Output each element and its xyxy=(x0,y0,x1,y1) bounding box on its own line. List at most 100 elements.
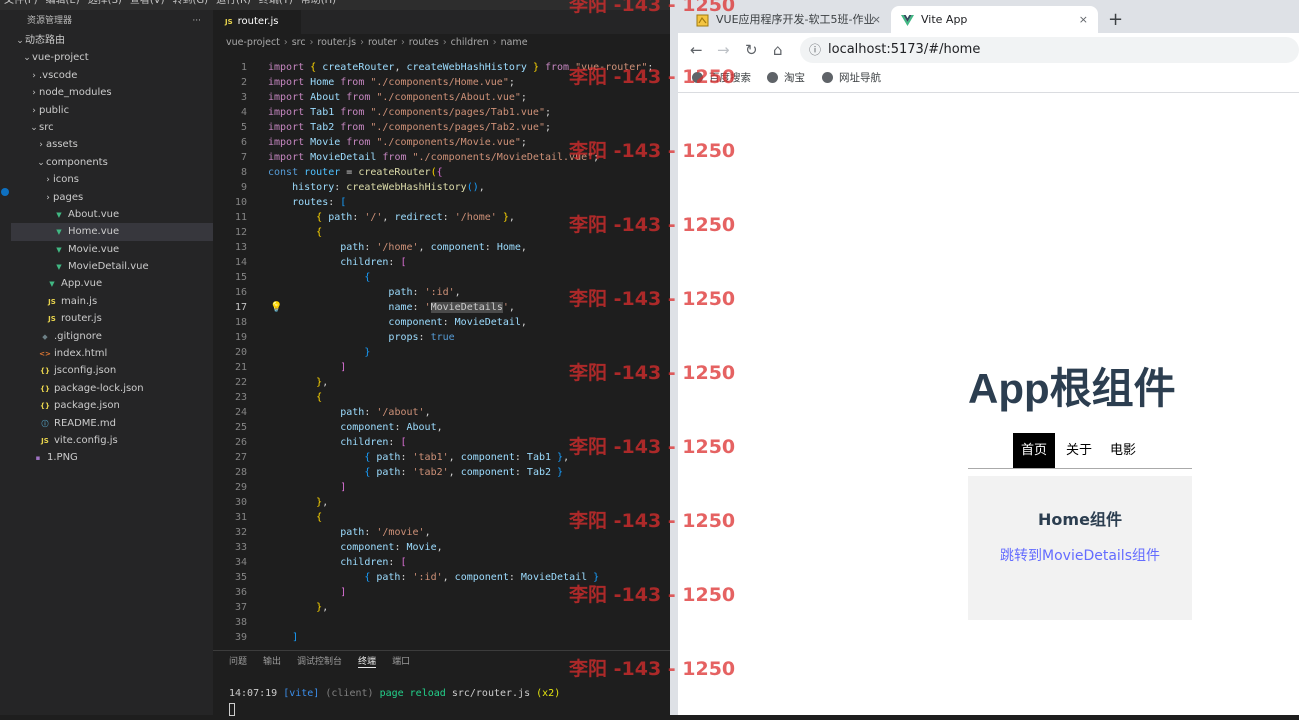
tree-item[interactable]: ◆ .gitignore xyxy=(11,328,213,345)
line-number: 35 xyxy=(234,572,247,583)
tree-item[interactable]: ▪ 1.PNG xyxy=(11,449,213,466)
tree-item[interactable]: › node_modules xyxy=(11,84,213,101)
code-token: ] xyxy=(340,587,347,598)
tree-item[interactable]: ▼ Movie.vue xyxy=(11,241,213,258)
tree-item[interactable]: JS vite.config.js xyxy=(11,432,213,449)
code-token: children xyxy=(340,557,389,568)
tree-item[interactable]: {} package-lock.json xyxy=(11,380,213,397)
menu-item[interactable]: 转到(G) xyxy=(169,0,213,6)
tree-item[interactable]: ▼ Home.vue xyxy=(11,223,213,241)
code-token: } xyxy=(551,467,564,478)
bookmark-nav[interactable]: 网址导航 xyxy=(822,67,881,89)
tree-item[interactable]: ⌄动态路由 xyxy=(11,32,213,49)
menu-item[interactable]: 终端(T) xyxy=(255,0,297,6)
tree-item[interactable]: {} package.json xyxy=(11,397,213,414)
reload-icon[interactable]: ↻ xyxy=(745,39,758,61)
tree-item[interactable]: JS router.js xyxy=(11,310,213,327)
code-token: : xyxy=(400,467,413,478)
watermark-text: 李阳 -143 - 1250 xyxy=(569,66,736,88)
terminal-cursor xyxy=(229,703,235,716)
new-tab-button[interactable]: + xyxy=(1108,6,1123,34)
tree-item[interactable]: ⌄vue-project xyxy=(11,49,213,66)
chevron-down-icon: ⌄ xyxy=(16,36,24,46)
menu-item[interactable]: 运行(R) xyxy=(212,0,255,6)
panel-tab[interactable]: 问题 xyxy=(229,657,247,667)
tree-item-label: index.html xyxy=(54,348,108,360)
panel-tab[interactable]: 输出 xyxy=(263,657,281,667)
breadcrumb: vue-project › src › router.js › router › routes ›… xyxy=(213,34,670,52)
line-number: 9 xyxy=(240,182,247,193)
address-bar[interactable]: ⓘ localhost:5173/#/home xyxy=(800,37,1299,63)
breadcrumb-item[interactable]: src xyxy=(292,37,306,48)
back-icon[interactable]: ← xyxy=(690,39,703,61)
close-tab-icon[interactable]: × xyxy=(872,6,881,34)
forward-icon[interactable]: → xyxy=(717,39,730,61)
breadcrumb-item[interactable]: routes xyxy=(409,37,439,48)
code-token: import xyxy=(268,107,311,118)
site-info-icon[interactable]: ⓘ xyxy=(809,37,821,63)
tree-item[interactable]: ▼ MovieDetail.vue xyxy=(11,258,213,275)
home-title: Home组件 xyxy=(1038,510,1122,529)
tree-item[interactable]: {} jsconfig.json xyxy=(11,362,213,379)
tree-item-label: router.js xyxy=(61,313,102,325)
lightbulb-icon[interactable]: 💡 xyxy=(270,300,282,315)
line-number: 19 xyxy=(234,332,247,343)
tree-item[interactable]: ▼ App.vue xyxy=(11,275,213,292)
code-token: : xyxy=(508,572,521,583)
tree-item[interactable]: › icons xyxy=(11,171,213,188)
bookmark-taobao[interactable]: 淘宝 xyxy=(767,67,805,89)
code-token: from xyxy=(334,77,371,88)
movie-details-link[interactable]: 跳转到MovieDetails组件 xyxy=(968,545,1192,565)
home-icon[interactable]: ⌂ xyxy=(773,39,783,61)
nav-movie-link[interactable]: 电影 xyxy=(1102,433,1144,468)
git-file-icon: ◆ xyxy=(42,332,48,341)
breadcrumb-item[interactable]: children xyxy=(451,37,489,48)
more-actions-icon[interactable]: ··· xyxy=(192,10,201,32)
tree-item[interactable]: › assets xyxy=(11,136,213,153)
terminal-output[interactable]: 14:07:19 [vite] (client) page reload src… xyxy=(213,687,670,701)
tree-item[interactable]: › pages xyxy=(11,189,213,206)
menu-item[interactable]: 编辑(E) xyxy=(42,0,84,6)
code-token: 'tab2' xyxy=(412,467,449,478)
source-control-badge-icon[interactable] xyxy=(1,188,9,196)
code-token: ':id' xyxy=(412,572,443,583)
menu-item[interactable]: 帮助(H) xyxy=(297,0,340,6)
tab-router-js[interactable]: JS router.js xyxy=(213,10,301,34)
tree-item[interactable]: ▼ About.vue xyxy=(11,206,213,223)
line-number: 30 xyxy=(234,497,247,508)
code-token: , xyxy=(322,602,329,613)
menu-item[interactable]: 文件(F) xyxy=(0,0,42,6)
menu-item[interactable]: 查看(V) xyxy=(126,0,169,6)
panel-tab[interactable]: 终端 xyxy=(358,657,377,668)
code-token: : xyxy=(364,242,377,253)
close-tab-icon[interactable]: × xyxy=(1079,6,1088,34)
breadcrumb-item[interactable]: router xyxy=(368,37,397,48)
code-token: children xyxy=(340,437,389,448)
tree-item[interactable]: ⌄src xyxy=(11,119,213,136)
breadcrumb-item[interactable]: vue-project xyxy=(226,37,280,48)
code-token: path xyxy=(376,572,401,583)
tree-item-label: vite.config.js xyxy=(54,434,118,446)
tree-item[interactable]: › .vscode xyxy=(11,67,213,84)
menu-item[interactable]: 选择(S) xyxy=(84,0,126,6)
tree-item-label: icons xyxy=(53,174,79,186)
tree-item[interactable]: ⓘ README.md xyxy=(11,415,213,432)
tree-item[interactable]: JS main.js xyxy=(11,293,213,310)
panel-tab[interactable]: 调试控制台 xyxy=(297,657,342,667)
nav-home-link[interactable]: 首页 xyxy=(1013,433,1056,468)
tree-item[interactable]: ⌄components xyxy=(11,154,213,171)
nav-about-link[interactable]: 关于 xyxy=(1058,433,1100,468)
tree-item-label: package.json xyxy=(54,400,120,412)
tree-item[interactable]: › public xyxy=(11,102,213,119)
panel-tab[interactable]: 端口 xyxy=(392,657,410,667)
json-file-icon: {} xyxy=(40,402,50,411)
breadcrumb-item[interactable]: router.js xyxy=(317,37,356,48)
activity-bar xyxy=(0,10,11,715)
line-number: 11 xyxy=(234,212,247,223)
breadcrumb-item[interactable]: name xyxy=(501,37,528,48)
tree-item[interactable]: <> index.html xyxy=(11,345,213,362)
